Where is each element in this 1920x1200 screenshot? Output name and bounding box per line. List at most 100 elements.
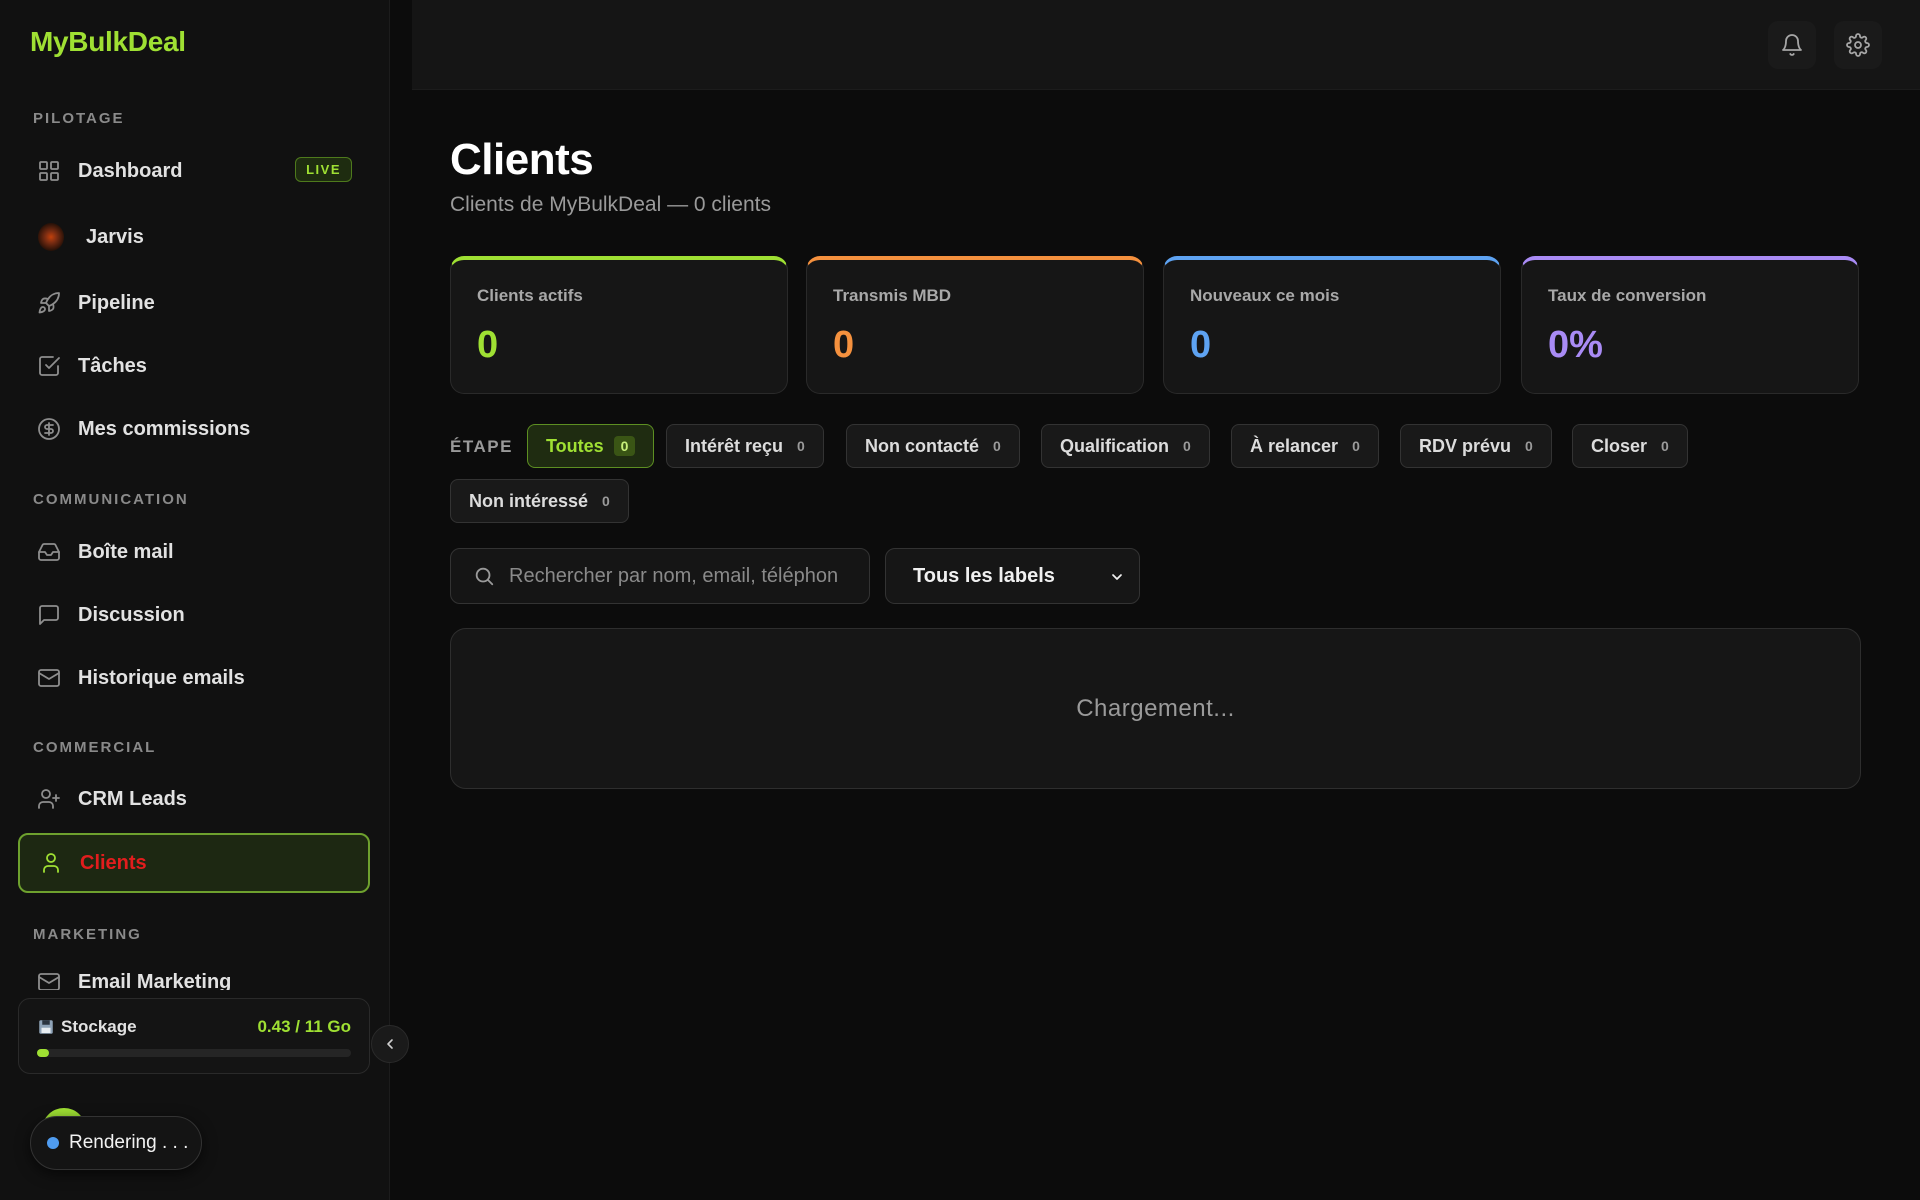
filter-chip-closer[interactable]: Closer 0 bbox=[1572, 424, 1688, 468]
stat-value: 0 bbox=[1190, 324, 1212, 366]
grid-icon bbox=[36, 158, 62, 184]
chip-count: 0 bbox=[1661, 438, 1669, 454]
chip-count: 0 bbox=[1352, 438, 1360, 454]
stat-card-clients-actifs: Clients actifs 0 bbox=[450, 256, 788, 394]
loading-text: Chargement... bbox=[1076, 694, 1235, 722]
search-icon bbox=[475, 567, 494, 586]
chip-count: 0 bbox=[797, 438, 805, 454]
filter-chip-qualification[interactable]: Qualification 0 bbox=[1041, 424, 1210, 468]
sidebar-item-dashboard[interactable]: Dashboard LIVE bbox=[18, 143, 370, 199]
chip-label: Toutes bbox=[546, 435, 604, 456]
chip-label: À relancer bbox=[1250, 435, 1339, 456]
storage-widget: Stockage 0.43 / 11 Go bbox=[18, 998, 370, 1074]
search-box bbox=[450, 548, 870, 604]
section-label-pilotage: PILOTAGE bbox=[33, 110, 125, 127]
live-badge: LIVE bbox=[295, 157, 352, 182]
sidebar-item-email-marketing[interactable]: Email Marketing bbox=[18, 960, 370, 990]
filter-chip-a-relancer[interactable]: À relancer 0 bbox=[1231, 424, 1379, 468]
chevron-down-icon bbox=[1112, 574, 1122, 580]
sidebar-item-boite-mail[interactable]: Boîte mail bbox=[18, 524, 370, 580]
clients-list-panel: Chargement... bbox=[450, 628, 1861, 789]
inbox-icon bbox=[36, 539, 62, 565]
stat-value: 0 bbox=[477, 324, 499, 366]
stat-value: 0% bbox=[1548, 324, 1603, 366]
filter-chip-toutes[interactable]: Toutes 0 bbox=[527, 424, 655, 468]
chip-count: 0 bbox=[993, 438, 1001, 454]
stat-label: Clients actifs bbox=[477, 286, 583, 305]
chip-count: 0 bbox=[613, 436, 636, 456]
mail-icon bbox=[36, 969, 62, 990]
page-title: Clients bbox=[450, 135, 594, 184]
sidebar-item-discussion[interactable]: Discussion bbox=[18, 587, 370, 643]
chip-label: Closer bbox=[1591, 435, 1648, 456]
stat-label: Taux de conversion bbox=[1548, 286, 1707, 305]
sidebar-item-crm-leads[interactable]: CRM Leads bbox=[18, 771, 370, 827]
storage-progress-track bbox=[37, 1049, 351, 1057]
collapse-sidebar-button[interactable] bbox=[371, 1025, 409, 1063]
sidebar-item-label: Boîte mail bbox=[78, 540, 174, 563]
settings-button[interactable] bbox=[1834, 21, 1882, 69]
labels-select-value: Tous les labels bbox=[913, 564, 1055, 587]
jarvis-orb-icon bbox=[38, 223, 64, 251]
section-label-commercial: COMMERCIAL bbox=[33, 739, 157, 756]
sidebar-item-pipeline[interactable]: Pipeline bbox=[18, 275, 370, 331]
sidebar-item-label: Email Marketing bbox=[78, 970, 232, 991]
mail-icon bbox=[36, 665, 62, 691]
sidebar: MyBulkDeal PILOTAGE Dashboard LIVE Jarvi… bbox=[0, 0, 390, 1200]
sidebar-item-label: Discussion bbox=[78, 603, 185, 626]
dollar-circle-icon bbox=[36, 416, 62, 442]
stat-card-taux-de-conversion: Taux de conversion 0% bbox=[1521, 256, 1859, 394]
chip-label: RDV prévu bbox=[1419, 435, 1512, 456]
sidebar-item-label: Historique emails bbox=[78, 666, 245, 689]
search-input[interactable] bbox=[509, 564, 869, 588]
chip-label: Intérêt reçu bbox=[685, 435, 784, 456]
stat-card-transmis-mbd: Transmis MBD 0 bbox=[806, 256, 1144, 394]
top-bar bbox=[412, 0, 1920, 90]
chat-icon bbox=[36, 602, 62, 628]
rendering-text: Rendering . . . bbox=[69, 1132, 189, 1153]
sidebar-item-label: Dashboard bbox=[78, 159, 183, 182]
brand-logo[interactable]: MyBulkDeal bbox=[30, 26, 186, 58]
sidebar-item-commissions[interactable]: Mes commissions bbox=[18, 401, 370, 457]
storage-progress-fill bbox=[37, 1049, 50, 1057]
sidebar-item-taches[interactable]: Tâches bbox=[18, 338, 370, 394]
floppy-disk-icon bbox=[39, 1020, 53, 1034]
filter-chip-interet-recu[interactable]: Intérêt reçu 0 bbox=[666, 424, 824, 468]
section-label-marketing: MARKETING bbox=[33, 926, 142, 943]
sidebar-item-label: CRM Leads bbox=[78, 787, 187, 810]
sidebar-scroll-clip: Email Marketing bbox=[0, 960, 390, 990]
chip-count: 0 bbox=[1183, 438, 1191, 454]
notifications-button[interactable] bbox=[1768, 21, 1816, 69]
stat-label: Transmis MBD bbox=[833, 286, 952, 305]
status-dot-icon bbox=[47, 1137, 59, 1149]
checkbox-icon bbox=[36, 353, 62, 379]
sidebar-item-label: Clients bbox=[80, 851, 147, 874]
chip-label: Non contacté bbox=[865, 435, 980, 456]
storage-label: Stockage bbox=[61, 1017, 137, 1036]
sidebar-item-label: Tâches bbox=[78, 354, 147, 377]
rocket-icon bbox=[36, 290, 62, 316]
sidebar-item-historique-emails[interactable]: Historique emails bbox=[18, 650, 370, 706]
storage-value: 0.43 / 11 Go bbox=[257, 1017, 351, 1036]
chip-count: 0 bbox=[1525, 438, 1533, 454]
chip-label: Non intéressé bbox=[469, 490, 589, 511]
stat-card-nouveaux-ce-mois: Nouveaux ce mois 0 bbox=[1163, 256, 1501, 394]
section-label-communication: COMMUNICATION bbox=[33, 491, 189, 508]
bell-icon bbox=[1782, 34, 1802, 56]
sidebar-item-label: Pipeline bbox=[78, 291, 155, 314]
stat-value: 0 bbox=[833, 324, 855, 366]
user-plus-icon bbox=[36, 786, 62, 812]
filter-chip-rdv-prevu[interactable]: RDV prévu 0 bbox=[1400, 424, 1552, 468]
sidebar-item-label: Jarvis bbox=[86, 225, 144, 248]
sidebar-item-label: Mes commissions bbox=[78, 417, 251, 440]
user-icon bbox=[38, 850, 64, 876]
sidebar-item-clients[interactable]: Clients bbox=[18, 833, 370, 893]
chip-label: Qualification bbox=[1060, 435, 1170, 456]
filter-chip-non-contacte[interactable]: Non contacté 0 bbox=[846, 424, 1020, 468]
etape-filter-label: ÉTAPE bbox=[450, 437, 513, 456]
labels-select[interactable]: Tous les labels bbox=[885, 548, 1140, 604]
sidebar-item-jarvis[interactable]: Jarvis bbox=[18, 209, 370, 265]
filter-chip-non-interesse[interactable]: Non intéressé 0 bbox=[450, 479, 629, 523]
rendering-indicator: Rendering . . . bbox=[30, 1116, 202, 1170]
page-subtitle: Clients de MyBulkDeal — 0 clients bbox=[450, 193, 771, 216]
